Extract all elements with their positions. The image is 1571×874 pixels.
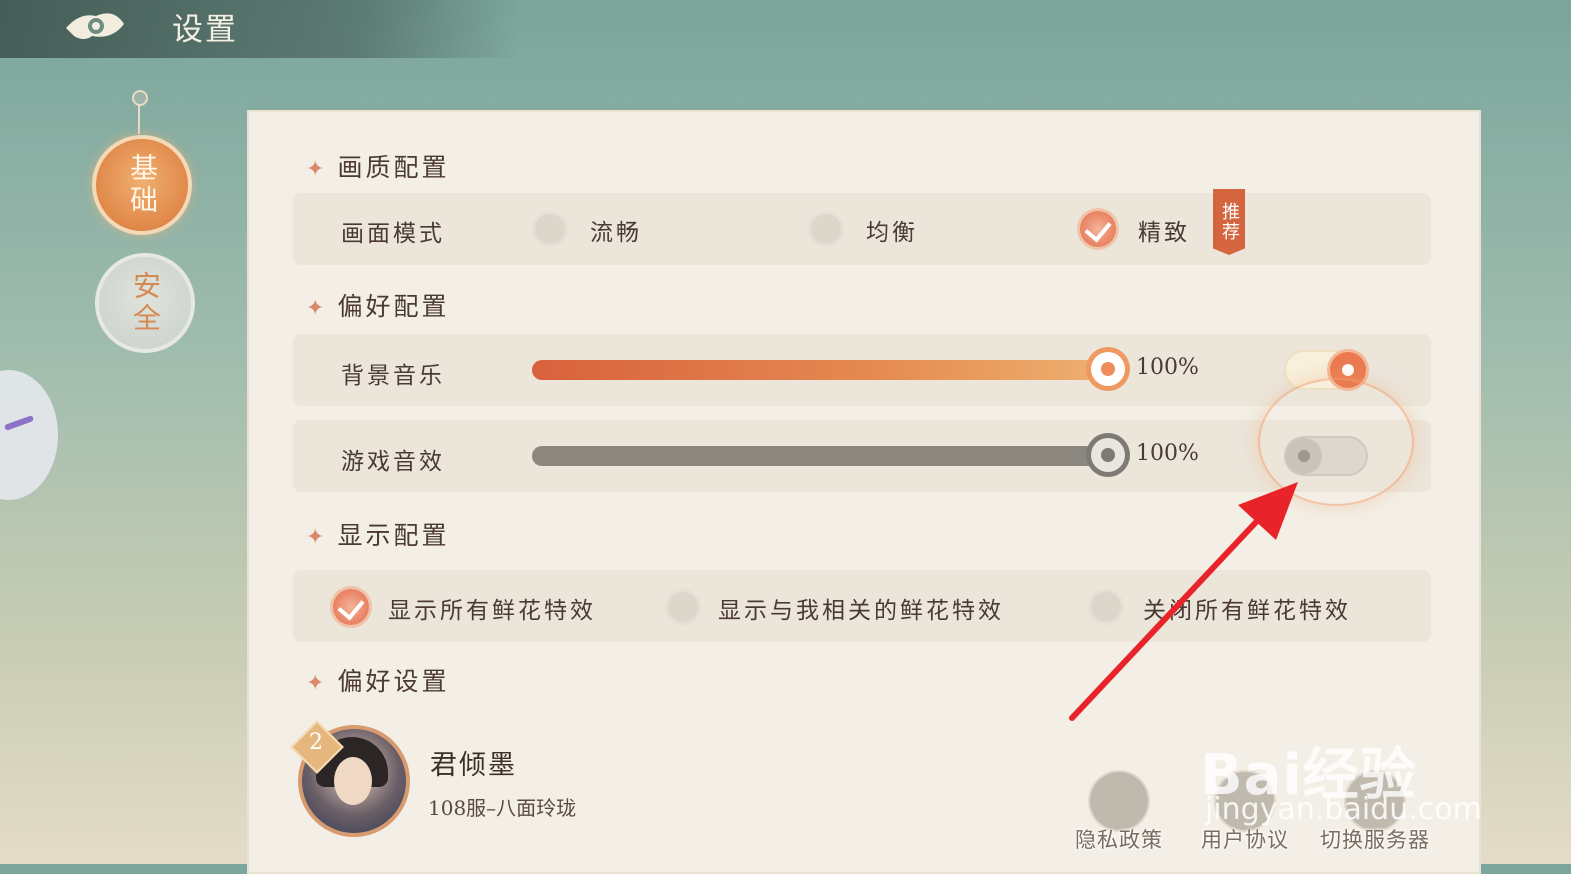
sparkle-icon: ✦ xyxy=(306,157,328,182)
side-decoration xyxy=(0,370,58,500)
option-balanced-label[interactable]: 均衡 xyxy=(866,213,918,247)
radio-show-all-flowers[interactable] xyxy=(333,589,369,625)
option-hide-flowers-label[interactable]: 关闭所有鲜花特效 xyxy=(1143,591,1351,625)
section-title-display: ✦ 显示配置 xyxy=(306,521,450,550)
sparkle-icon: ✦ xyxy=(306,525,328,550)
quality-mode-label: 画面模式 xyxy=(341,221,445,247)
option-refined-label[interactable]: 精致 xyxy=(1138,213,1190,247)
radio-smooth[interactable] xyxy=(532,211,568,247)
row-quality xyxy=(293,193,1431,265)
music-label: 背景音乐 xyxy=(341,363,445,389)
sparkle-icon: ✦ xyxy=(306,671,328,696)
tab-safety[interactable]: 安全 xyxy=(95,253,195,353)
sparkle-icon: ✦ xyxy=(306,296,328,321)
music-volume-value: 100% xyxy=(1136,355,1199,380)
section-title-preference: ✦ 偏好配置 xyxy=(306,292,450,321)
cloud-back-icon[interactable] xyxy=(62,6,132,46)
music-slider-knob[interactable] xyxy=(1091,352,1125,386)
player-name: 君倾墨 xyxy=(430,750,517,781)
tab-basic[interactable]: 基础 xyxy=(92,135,192,235)
sfx-label: 游戏音效 xyxy=(341,449,445,475)
sfx-toggle[interactable] xyxy=(1284,436,1368,476)
sfx-volume-value: 100% xyxy=(1136,441,1199,466)
radio-balanced[interactable] xyxy=(808,211,844,247)
tab-pin-ornament xyxy=(132,90,148,106)
scroll-icon xyxy=(1088,770,1150,832)
watermark-url: jingyan.baidu.com xyxy=(1205,792,1482,827)
music-slider-track[interactable] xyxy=(532,360,1110,380)
player-level: 2 xyxy=(309,730,323,755)
radio-hide-flowers[interactable] xyxy=(1088,589,1124,625)
privacy-policy-button[interactable]: 隐私政策 xyxy=(1072,770,1166,854)
sfx-slider-knob[interactable] xyxy=(1091,438,1125,472)
player-server: 108服–八面玲珑 xyxy=(428,796,577,820)
tab-connector xyxy=(138,104,140,134)
page-title: 设置 xyxy=(172,12,238,48)
option-show-related-flowers-label[interactable]: 显示与我相关的鲜花特效 xyxy=(718,591,1004,625)
radio-show-related-flowers[interactable] xyxy=(665,589,701,625)
section-title-settings: ✦ 偏好设置 xyxy=(306,667,450,696)
option-smooth-label[interactable]: 流畅 xyxy=(590,213,642,247)
option-show-all-flowers-label[interactable]: 显示所有鲜花特效 xyxy=(388,591,596,625)
recommend-badge: 推荐 xyxy=(1213,189,1245,255)
sfx-slider-track[interactable] xyxy=(532,446,1110,466)
section-title-quality: ✦ 画质配置 xyxy=(306,153,450,182)
radio-refined[interactable] xyxy=(1080,211,1116,247)
